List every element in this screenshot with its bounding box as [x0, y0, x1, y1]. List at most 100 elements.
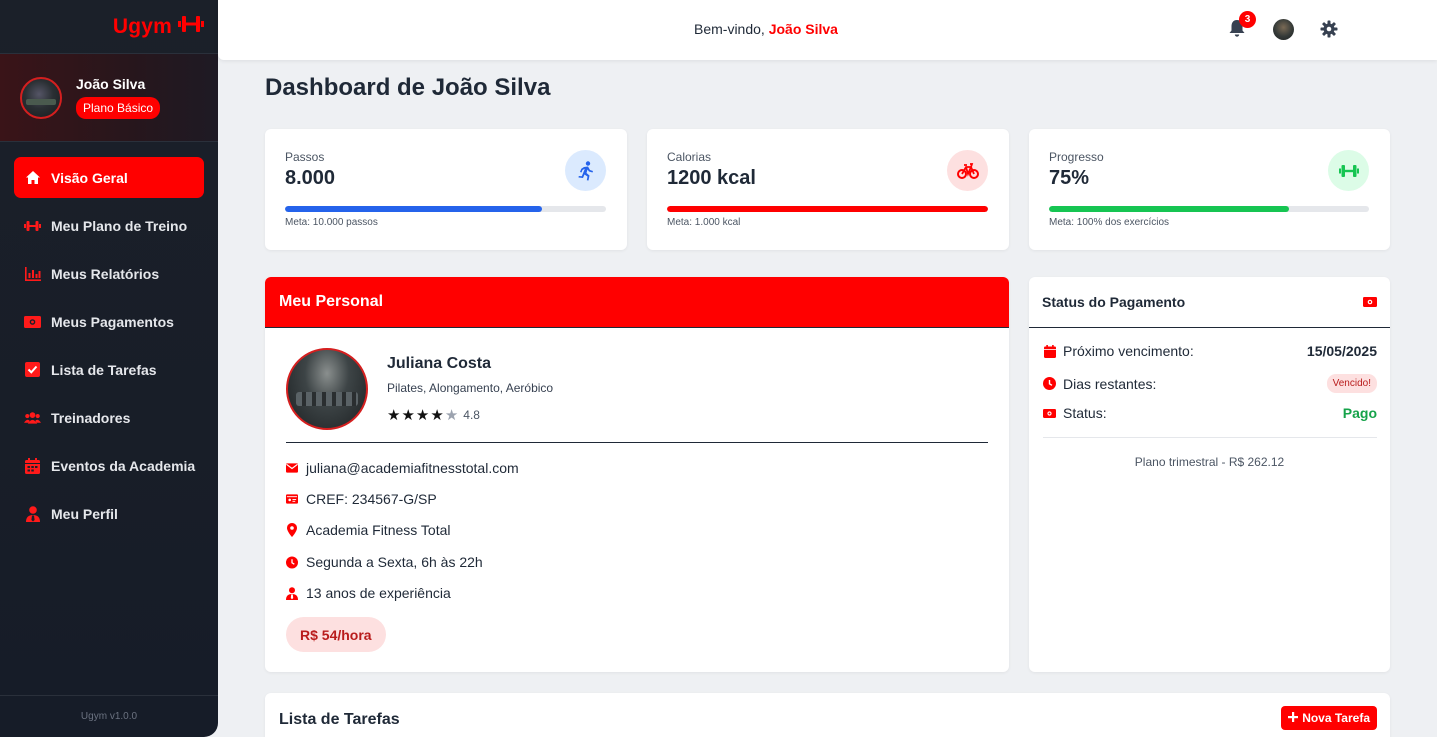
running-icon — [565, 150, 606, 191]
star-empty-icon: ★ — [444, 407, 459, 424]
trainer-avatar — [286, 348, 368, 430]
stat-value: 8.000 — [285, 167, 336, 189]
payment-card-header: Status do Pagamento — [1029, 277, 1390, 328]
brand[interactable]: Ugym — [0, 0, 218, 54]
dumbbell-icon — [1328, 150, 1369, 191]
progress-bar — [1049, 206, 1369, 212]
trainer-experience: 13 anos de experiência — [306, 585, 451, 601]
task-list-title: Lista de Tarefas — [279, 711, 400, 728]
personal-card-header: Meu Personal — [265, 277, 1009, 328]
gear-icon[interactable] — [1320, 20, 1338, 38]
clock-icon — [286, 555, 298, 569]
payment-plan-info: Plano trimestral - R$ 262.12 — [1134, 455, 1285, 469]
sidebar-item-pagamentos[interactable]: Meus Pagamentos — [14, 301, 204, 342]
welcome-username: João Silva — [768, 21, 838, 37]
stat-value: 75% — [1049, 167, 1090, 189]
progress-fill — [1049, 206, 1289, 212]
home-icon — [24, 169, 41, 186]
sidebar-item-label: Eventos da Academia — [51, 457, 196, 474]
plan-badge: Plano Básico — [76, 97, 161, 119]
payment-status-value: Pago — [1342, 405, 1377, 421]
sidebar-item-relatorios[interactable]: Meus Relatórios — [14, 253, 204, 294]
stat-card-calorias: Calorias 1200 kcal Meta: 1.000 kcal — [647, 129, 1009, 250]
days-remaining-row: Dias restantes: Vencido! — [1043, 374, 1377, 393]
calendar-icon — [1043, 344, 1056, 358]
sidebar-item-tarefas[interactable]: Lista de Tarefas — [14, 349, 204, 390]
stat-meta: Meta: 100% dos exercícios — [1049, 217, 1170, 228]
map-pin-icon — [286, 523, 298, 537]
page-title: Dashboard de João Silva — [265, 74, 551, 101]
welcome-message: Bem-vindo, João Silva — [694, 21, 838, 37]
sidebar-item-label: Meu Perfil — [51, 505, 118, 522]
dumbbell-logo-icon — [178, 14, 204, 39]
user-tie-icon — [286, 586, 298, 600]
stat-label: Progresso — [1049, 150, 1104, 164]
next-due-label: Próximo vencimento: — [1063, 343, 1194, 359]
progress-bar — [667, 206, 988, 212]
welcome-prefix: Bem-vindo, — [694, 21, 765, 37]
app-version: Ugym v1.0.0 — [0, 695, 218, 737]
profile-name: João Silva — [76, 76, 146, 92]
users-icon — [24, 409, 41, 426]
next-due-date: 15/05/2025 — [1306, 343, 1377, 359]
stat-value: 1200 kcal — [667, 167, 756, 189]
sidebar-item-visao-geral[interactable]: Visão Geral — [14, 157, 204, 198]
task-list-card: Lista de Tarefas Nova Tarefa — [265, 693, 1390, 737]
stat-meta: Meta: 10.000 passos — [285, 217, 378, 228]
divider — [1043, 437, 1377, 438]
trainer-experience-row: 13 anos de experiência — [286, 585, 451, 601]
trainer-name: Juliana Costa — [387, 355, 492, 372]
envelope-icon — [286, 461, 298, 475]
avatar[interactable] — [20, 76, 62, 119]
money-icon — [1363, 294, 1377, 310]
brand-name: Ugym — [112, 14, 172, 38]
days-remaining-label: Dias restantes: — [1063, 375, 1157, 392]
next-due-row: Próximo vencimento: 15/05/2025 — [1043, 343, 1377, 359]
payment-status-row: Status: Pago — [1043, 405, 1377, 421]
sidebar-profile: João Silva Plano Básico — [0, 54, 218, 142]
sidebar-item-label: Treinadores — [51, 409, 131, 426]
trainer-price-badge: R$ 54/hora — [286, 617, 386, 652]
progress-fill — [667, 206, 988, 212]
trainer-cref: CREF: 234567-G/SP — [306, 491, 437, 507]
star-icon: ★ — [415, 407, 430, 424]
payment-title: Status do Pagamento — [1042, 294, 1186, 310]
sidebar-item-label: Meus Pagamentos — [51, 313, 174, 330]
sidebar-item-plano-treino[interactable]: Meu Plano de Treino — [14, 205, 204, 246]
star-icon: ★ — [401, 407, 415, 424]
new-task-label: Nova Tarefa — [1302, 711, 1370, 725]
sidebar-item-eventos[interactable]: Eventos da Academia — [14, 445, 204, 486]
trainer-specialties: Pilates, Alongamento, Aeróbico — [387, 381, 554, 395]
new-task-button[interactable]: Nova Tarefa — [1281, 706, 1377, 730]
topbar: Bem-vindo, João Silva 3 — [218, 0, 1437, 60]
id-card-icon — [286, 492, 298, 506]
progress-bar — [285, 206, 606, 212]
plus-icon — [1288, 711, 1299, 725]
trainer-location-row: Academia Fitness Total — [286, 522, 450, 538]
sidebar: Ugym João Silva Plano Básico Visão Geral… — [0, 0, 218, 737]
calendar-icon — [24, 457, 41, 474]
sidebar-item-label: Lista de Tarefas — [51, 361, 157, 378]
rating-value: 4.8 — [463, 408, 480, 422]
star-icon: ★ — [430, 407, 444, 424]
trainer-location: Academia Fitness Total — [306, 522, 451, 538]
star-icon: ★ — [387, 407, 401, 424]
dumbbell-icon — [24, 217, 41, 234]
money-icon — [1043, 406, 1056, 420]
clock-icon — [1043, 377, 1056, 391]
divider — [286, 442, 988, 443]
user-tie-icon — [24, 505, 41, 522]
stat-card-progresso: Progresso 75% Meta: 100% dos exercícios — [1029, 129, 1390, 250]
trainer-rating: ★ ★ ★ ★ ★ 4.8 — [387, 406, 480, 424]
sidebar-item-treinadores[interactable]: Treinadores — [14, 397, 204, 438]
money-icon — [24, 313, 41, 330]
personal-trainer-card: Meu Personal Juliana Costa Pilates, Alon… — [265, 277, 1009, 672]
stat-label: Calorias — [667, 150, 712, 164]
user-avatar-button[interactable] — [1273, 19, 1294, 40]
overdue-badge: Vencido! — [1326, 374, 1377, 393]
trainer-email[interactable]: juliana@academiafitnesstotal.com — [306, 460, 519, 476]
payment-status-card: Status do Pagamento Próximo vencimento: … — [1029, 277, 1390, 672]
bicycle-icon — [947, 150, 988, 191]
stat-meta: Meta: 1.000 kcal — [667, 217, 741, 228]
sidebar-item-perfil[interactable]: Meu Perfil — [14, 493, 204, 534]
